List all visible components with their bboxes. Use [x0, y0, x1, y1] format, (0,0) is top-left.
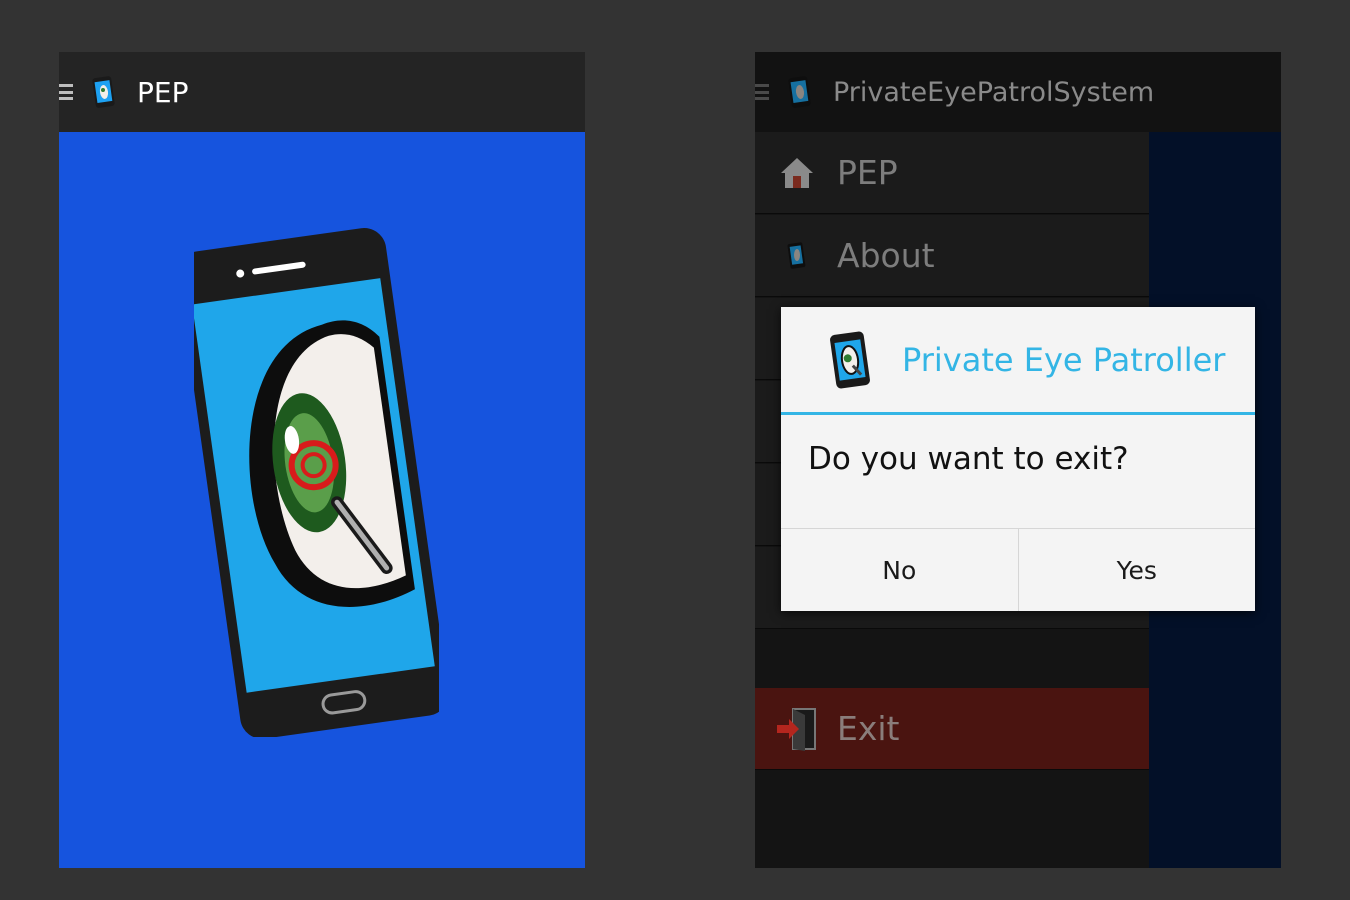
drawer-item-exit[interactable]: Exit — [755, 688, 1149, 770]
dialog-header: Private Eye Patroller — [781, 307, 1255, 415]
app-title: PrivateEyePatrolSystem — [833, 76, 1155, 108]
dialog-message: Do you want to exit? — [808, 441, 1129, 477]
action-bar: PEP — [59, 52, 585, 132]
drawer-item-about[interactable]: About — [755, 215, 1149, 297]
drawer-item-label: PEP — [837, 153, 898, 192]
app-title: PEP — [137, 75, 189, 109]
drawer-item-label: Exit — [837, 709, 900, 748]
home-icon — [775, 151, 819, 195]
menu-icon[interactable] — [755, 81, 769, 103]
dialog-title: Private Eye Patroller — [902, 340, 1226, 379]
dialog-button-bar: No Yes — [781, 528, 1255, 611]
menu-icon[interactable] — [59, 81, 73, 103]
action-bar: PrivateEyePatrolSystem — [755, 52, 1281, 132]
app-logo-icon — [775, 234, 819, 278]
splash-screen: PEP — [59, 52, 585, 868]
drawer-item-label: About — [837, 236, 935, 275]
app-logo-icon — [830, 331, 870, 388]
drawer-item-pep[interactable]: PEP — [755, 132, 1149, 214]
no-button[interactable]: No — [781, 529, 1018, 611]
exit-door-icon — [775, 707, 819, 751]
app-logo-icon[interactable] — [91, 76, 117, 108]
yes-button[interactable]: Yes — [1017, 529, 1255, 611]
exit-dialog: Private Eye Patroller Do you want to exi… — [781, 307, 1255, 611]
app-logo-icon[interactable] — [787, 76, 813, 108]
phone-eye-logo-icon — [194, 228, 439, 737]
